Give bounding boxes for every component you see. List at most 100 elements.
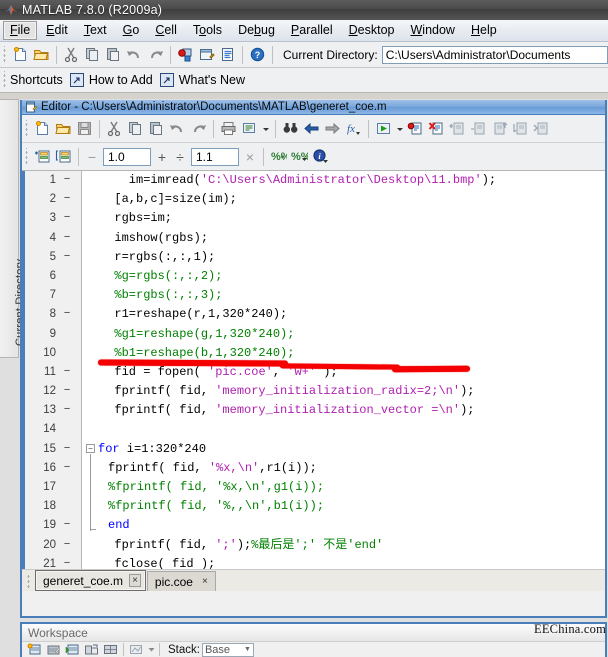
executable-line-marker[interactable]: − bbox=[62, 209, 72, 228]
simulink-icon[interactable] bbox=[175, 44, 196, 65]
cut-icon[interactable] bbox=[104, 118, 125, 139]
clear-breakpoints-icon[interactable] bbox=[426, 118, 447, 139]
code-line[interactable]: 18 %fprintf( fid, '%,,\n',b1(i)); bbox=[22, 497, 605, 516]
current-directory-input[interactable]: C:\Users\Administrator\Documents bbox=[381, 45, 608, 64]
code-line[interactable]: 7 %b=rgbs(:,:,3); bbox=[22, 286, 605, 305]
menu-edit[interactable]: Edit bbox=[39, 21, 75, 40]
exit-debug-icon[interactable] bbox=[531, 118, 552, 139]
redo-icon[interactable] bbox=[188, 118, 209, 139]
executable-line-marker[interactable]: − bbox=[62, 248, 72, 267]
code-line[interactable]: 14 bbox=[22, 420, 605, 439]
code-line[interactable]: 15− − for i=1:320*240 bbox=[22, 440, 605, 459]
code-line[interactable]: 3− rgbs=im; bbox=[22, 209, 605, 228]
print-icon[interactable] bbox=[218, 118, 239, 139]
executable-line-marker[interactable]: − bbox=[62, 536, 72, 555]
code-line[interactable]: 6 %g=rgbs(:,:,2); bbox=[22, 267, 605, 286]
executable-line-marker[interactable]: − bbox=[62, 555, 72, 569]
code-line[interactable]: 16− fprintf( fid, '%x,\n',r1(i)); bbox=[22, 459, 605, 478]
menu-file[interactable]: File bbox=[3, 21, 38, 40]
step-icon[interactable] bbox=[468, 118, 489, 139]
insert-cell-icon[interactable] bbox=[32, 146, 53, 167]
paste-icon[interactable] bbox=[103, 44, 124, 65]
code-line[interactable]: 9 %g1=reshape(g,1,320*240); bbox=[22, 325, 605, 344]
step-out-icon[interactable] bbox=[489, 118, 510, 139]
menu-parallel[interactable]: Parallel bbox=[284, 21, 340, 40]
executable-line-marker[interactable]: − bbox=[62, 171, 72, 190]
document-tab-pic-coe[interactable]: pic.coe × bbox=[146, 571, 216, 591]
editor-toolbar-grip[interactable] bbox=[24, 119, 30, 138]
forward-arrow-icon[interactable] bbox=[322, 118, 343, 139]
redo-icon[interactable] bbox=[145, 44, 166, 65]
code-line[interactable]: 4− imshow(rgbs); bbox=[22, 229, 605, 248]
code-line[interactable]: 5− r=rgbs(:,:,1); bbox=[22, 248, 605, 267]
profiler-icon[interactable] bbox=[217, 44, 238, 65]
code-line[interactable]: 13− fprintf( fid, 'memory_initialization… bbox=[22, 401, 605, 420]
open-variable-icon[interactable] bbox=[44, 642, 63, 657]
menu-window[interactable]: Window bbox=[403, 21, 461, 40]
save-icon[interactable] bbox=[74, 118, 95, 139]
dropdown-arrow-icon[interactable] bbox=[260, 118, 271, 139]
code-line[interactable]: 2− [a,b,c]=size(im); bbox=[22, 190, 605, 209]
run-dropdown-arrow-icon[interactable] bbox=[394, 118, 405, 139]
new-variable-icon[interactable] bbox=[25, 642, 44, 657]
show-cell-titles-icon[interactable]: %% bbox=[268, 146, 289, 167]
executable-line-marker[interactable]: − bbox=[62, 440, 72, 459]
shortcut-how-to-add[interactable]: How to Add bbox=[89, 73, 153, 87]
executable-line-marker[interactable]: − bbox=[62, 459, 72, 478]
increase-divisor-button[interactable]: + bbox=[153, 149, 171, 165]
open-file-icon[interactable] bbox=[31, 44, 52, 65]
menu-tools[interactable]: Tools bbox=[186, 21, 229, 40]
shortcut-whats-new[interactable]: What's New bbox=[179, 73, 245, 87]
code-line[interactable]: 1− im=imread('C:\Users\Administrator\Des… bbox=[22, 171, 605, 190]
executable-line-marker[interactable]: − bbox=[62, 305, 72, 324]
copy-icon[interactable] bbox=[125, 118, 146, 139]
code-line[interactable]: 21− fclose( fid ); bbox=[22, 555, 605, 569]
document-tabs-grip[interactable] bbox=[26, 573, 32, 589]
code-fold-toggle[interactable]: − bbox=[86, 444, 95, 454]
cut-icon[interactable] bbox=[61, 44, 82, 65]
back-arrow-icon[interactable] bbox=[301, 118, 322, 139]
multiply-base-input[interactable]: 1.1 bbox=[191, 147, 239, 166]
save-workspace-icon[interactable] bbox=[82, 642, 101, 657]
cell-options-icon[interactable]: %% bbox=[289, 146, 310, 167]
undo-icon[interactable] bbox=[124, 44, 145, 65]
menu-go[interactable]: Go bbox=[116, 21, 147, 40]
function-browser-icon[interactable]: fx bbox=[343, 118, 364, 139]
code-editor-area[interactable]: 1− im=imread('C:\Users\Administrator\Des… bbox=[22, 171, 605, 569]
current-directory-dock-tab[interactable]: Current Directory bbox=[0, 99, 26, 358]
new-file-icon[interactable] bbox=[32, 118, 53, 139]
menu-desktop[interactable]: Desktop bbox=[342, 21, 402, 40]
cell-toolbar-grip[interactable] bbox=[24, 147, 30, 166]
multiply-button[interactable]: × bbox=[241, 149, 259, 165]
copy-icon[interactable] bbox=[82, 44, 103, 65]
insert-cell-divider-icon[interactable] bbox=[53, 146, 74, 167]
find-binoculars-icon[interactable] bbox=[280, 118, 301, 139]
run-icon[interactable] bbox=[373, 118, 394, 139]
undo-icon[interactable] bbox=[167, 118, 188, 139]
executable-line-marker[interactable]: − bbox=[62, 401, 72, 420]
close-icon[interactable]: × bbox=[199, 575, 211, 588]
executable-line-marker[interactable]: − bbox=[62, 516, 72, 535]
help-icon[interactable]: ? bbox=[247, 44, 268, 65]
continue-icon[interactable] bbox=[510, 118, 531, 139]
plot-type-dropdown-icon[interactable] bbox=[146, 642, 156, 657]
document-tab-generet-coe-m[interactable]: generet_coe.m × bbox=[35, 570, 146, 591]
code-lines-container[interactable]: 1− im=imread('C:\Users\Administrator\Des… bbox=[22, 171, 605, 569]
shortcuts-drag-grip[interactable] bbox=[2, 71, 8, 89]
chevron-down-icon[interactable]: ▼ bbox=[244, 646, 251, 653]
set-breakpoint-icon[interactable] bbox=[405, 118, 426, 139]
step-in-icon[interactable] bbox=[447, 118, 468, 139]
executable-line-marker[interactable]: − bbox=[62, 190, 72, 209]
open-file-icon[interactable] bbox=[53, 118, 74, 139]
comment-block-icon[interactable] bbox=[239, 118, 260, 139]
code-line[interactable]: 8− r1=reshape(r,1,320*240); bbox=[22, 305, 605, 324]
divide-base-input[interactable]: 1.0 bbox=[103, 147, 151, 166]
menu-debug[interactable]: Debug bbox=[231, 21, 282, 40]
code-line[interactable]: 17 %fprintf( fid, '%x,\n',g1(i)); bbox=[22, 478, 605, 497]
code-line[interactable]: 12− fprintf( fid, 'memory_initialization… bbox=[22, 382, 605, 401]
cell-info-icon[interactable]: i bbox=[310, 146, 331, 167]
close-icon[interactable]: × bbox=[129, 574, 141, 587]
plot-selection-icon[interactable] bbox=[101, 642, 120, 657]
executable-line-marker[interactable]: − bbox=[62, 382, 72, 401]
import-data-icon[interactable] bbox=[63, 642, 82, 657]
